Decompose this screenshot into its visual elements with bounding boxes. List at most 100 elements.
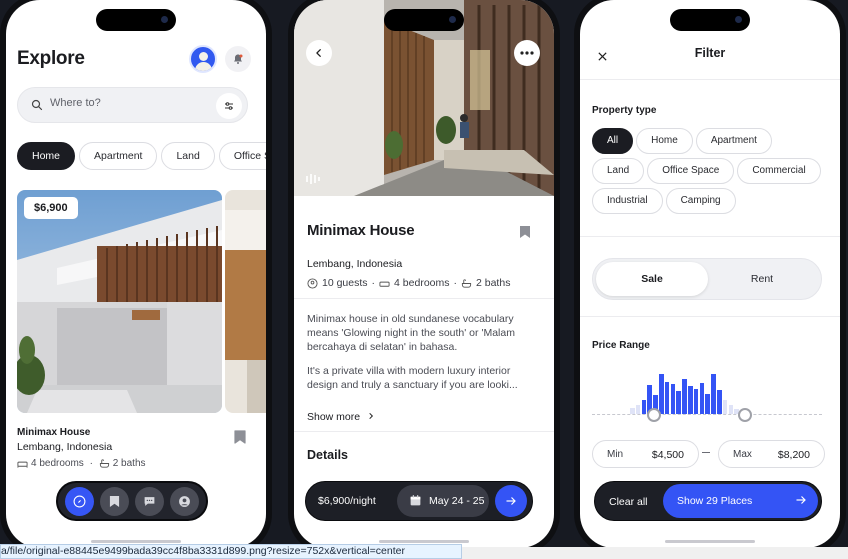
booking-bar: $6,900/night May 24 - 25 [305,481,533,521]
listing-image-next[interactable] [225,190,266,413]
type-chip-home[interactable]: Home [636,128,693,154]
histogram-bar [659,374,664,414]
property-location: Lembang, Indonesia [307,258,403,270]
baths-text: 2 baths [112,458,146,469]
guests-icon [307,277,318,289]
more-options-button[interactable] [514,40,540,66]
bath-icon [461,278,472,288]
date-range: May 24 - 25 [429,495,485,507]
baths-text: 2 baths [476,277,511,289]
horizontal-scrollbar[interactable] [462,547,848,559]
min-price-handle[interactable] [647,408,661,422]
histogram-bar [635,405,641,414]
filter-sliders-button[interactable] [216,93,242,119]
description-paragraph-2: It's a private villa with modern luxury … [307,365,518,391]
bed-icon [17,461,28,468]
type-chip-office-space[interactable]: Office Space [647,158,735,184]
range-separator [702,452,710,453]
histogram-bar [676,391,681,414]
price-range-track[interactable] [592,414,822,415]
search-input[interactable] [50,97,210,109]
meta-dot: · [453,277,458,289]
sliders-icon [225,102,233,110]
nav-explore[interactable] [65,486,94,516]
chat-icon [144,496,155,506]
divider [580,236,840,237]
meta-dot: · [86,458,96,469]
listing-name: Minimax House [17,427,91,438]
show-places-button[interactable]: Show 29 Places [663,484,818,518]
back-button[interactable] [306,40,332,66]
histogram-bar [682,379,687,414]
bottom-nav [56,481,208,521]
property-type-heading: Property type [592,105,657,116]
type-chip-industrial[interactable]: Industrial [592,188,663,214]
phone-filter: Filter Property type All Home Apartment … [574,0,846,554]
histogram-bar [717,390,722,414]
category-apartment[interactable]: Apartment [79,142,158,170]
bookmark-icon[interactable] [519,225,531,244]
sale-option[interactable]: Sale [596,262,708,296]
histogram-bar [711,374,716,414]
type-chip-camping[interactable]: Camping [665,188,736,214]
bath-icon [99,459,109,468]
histogram-bar [728,405,734,414]
category-tabs: Home Apartment Land Office S [17,142,266,170]
listing-location: Lembang, Indonesia [17,441,113,453]
histogram-bar [664,382,670,414]
bedrooms-text: 4 bedrooms [31,458,84,469]
home-indicator [665,540,755,543]
nav-messages[interactable] [135,486,164,516]
bed-icon [379,281,390,287]
search-bar[interactable] [17,87,248,123]
details-heading: Details [307,448,348,462]
min-price-field[interactable]: Min $4,500 [592,440,699,468]
price-histogram [592,366,822,414]
avatar[interactable] [189,45,217,73]
dynamic-island [96,9,176,31]
bookmark-icon [109,495,120,507]
type-chip-land[interactable]: Land [592,158,645,184]
histogram-bar [705,394,710,414]
chevron-left-icon [316,49,321,57]
filter-screen: Filter Property type All Home Apartment … [580,0,840,548]
filter-action-bar: Clear all Show 29 Places [594,481,822,521]
max-price-field[interactable]: Max $8,200 [718,440,825,468]
category-land[interactable]: Land [161,142,215,170]
arrow-right-icon [796,496,806,504]
category-home[interactable]: Home [17,142,76,170]
show-places-label: Show 29 Places [677,495,753,507]
max-price-handle[interactable] [738,408,752,422]
divider [580,316,840,317]
type-chip-commercial[interactable]: Commercial [737,158,821,184]
histogram-bar [722,400,728,414]
price-tag: $6,900 [24,197,78,219]
category-office[interactable]: Office S [218,142,266,170]
rent-option[interactable]: Rent [706,262,818,296]
listing-meta: 4 bedrooms · 2 baths [17,458,146,469]
dynamic-island [384,9,464,31]
histogram-bar [670,384,676,414]
min-label: Min [607,449,624,460]
nav-profile[interactable] [170,486,199,516]
divider [580,79,840,80]
notification-bell-icon[interactable] [225,46,251,72]
listing-image[interactable]: $6,900 [17,190,222,413]
description-paragraph-1: Minimax house in old sundanese vocabular… [307,313,515,353]
type-chip-apartment[interactable]: Apartment [695,128,772,154]
nav-saved[interactable] [100,486,129,516]
divider [294,298,554,299]
page-title: Explore [17,48,85,69]
profile-icon [179,495,190,507]
close-button[interactable] [590,44,614,68]
close-icon [597,51,607,61]
property-title: Minimax House [307,222,415,239]
dynamic-island [670,9,750,31]
bookmark-icon[interactable] [234,430,246,449]
min-value: $4,500 [651,449,684,461]
type-chip-all[interactable]: All [592,128,634,154]
date-selector[interactable]: May 24 - 25 [397,485,489,517]
clear-all-button[interactable]: Clear all [609,496,648,508]
show-more-link[interactable]: Show more [307,411,375,423]
book-button[interactable] [495,485,527,517]
